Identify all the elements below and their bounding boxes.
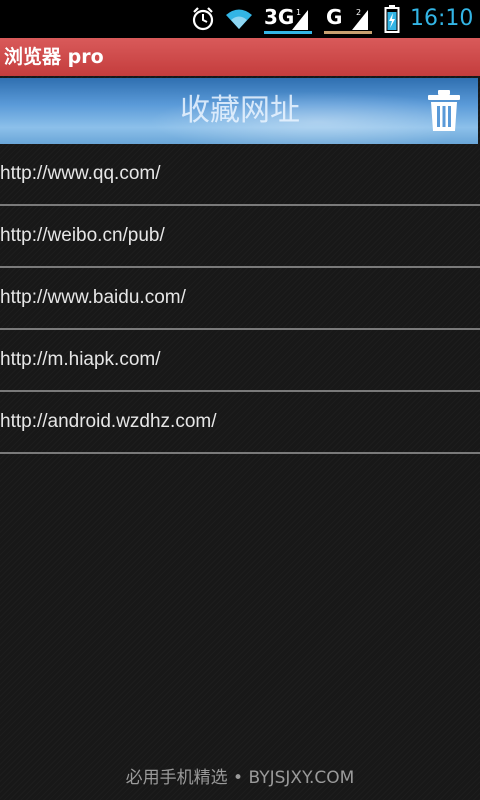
- bookmark-item[interactable]: http://www.baidu.com/: [0, 268, 480, 330]
- alarm-clock-icon: [190, 0, 216, 38]
- bookmark-item[interactable]: http://m.hiapk.com/: [0, 330, 480, 392]
- bookmark-url: http://m.hiapk.com/: [0, 349, 161, 370]
- bookmark-url: http://www.qq.com/: [0, 163, 161, 184]
- clock: 16:10: [410, 6, 474, 31]
- battery-icon: [384, 0, 400, 38]
- trash-icon[interactable]: [424, 89, 464, 133]
- signal-icon: 1: [292, 8, 308, 30]
- page-title: 收藏网址: [180, 93, 300, 128]
- status-bar: 3G 1 G 2 16:10: [0, 0, 480, 38]
- bookmark-item[interactable]: http://www.qq.com/: [0, 144, 480, 206]
- svg-text:2: 2: [356, 8, 361, 17]
- signal-g-indicator: G 2: [324, 0, 372, 38]
- wifi-icon: [223, 0, 255, 38]
- bookmark-list: http://www.qq.com/ http://weibo.cn/pub/ …: [0, 144, 480, 454]
- data-activity-bar: [264, 31, 312, 34]
- signal-3g-indicator: 3G 1: [264, 0, 312, 38]
- signal-icon: 2: [352, 8, 368, 30]
- bookmark-url: http://weibo.cn/pub/: [0, 225, 165, 246]
- bookmark-item[interactable]: http://android.wzdhz.com/: [0, 392, 480, 454]
- app-title: 浏览器 pro: [4, 46, 104, 68]
- app-title-bar: 浏览器 pro: [0, 38, 480, 76]
- watermark-text: 必用手机精选 • BYJSJXY.COM: [125, 768, 355, 788]
- data-activity-bar: [324, 31, 372, 34]
- bookmark-item[interactable]: http://weibo.cn/pub/: [0, 206, 480, 268]
- svg-text:1: 1: [296, 8, 301, 17]
- bookmark-url: http://android.wzdhz.com/: [0, 411, 217, 432]
- bookmark-url: http://www.baidu.com/: [0, 287, 186, 308]
- bookmarks-header: 收藏网址: [0, 78, 478, 144]
